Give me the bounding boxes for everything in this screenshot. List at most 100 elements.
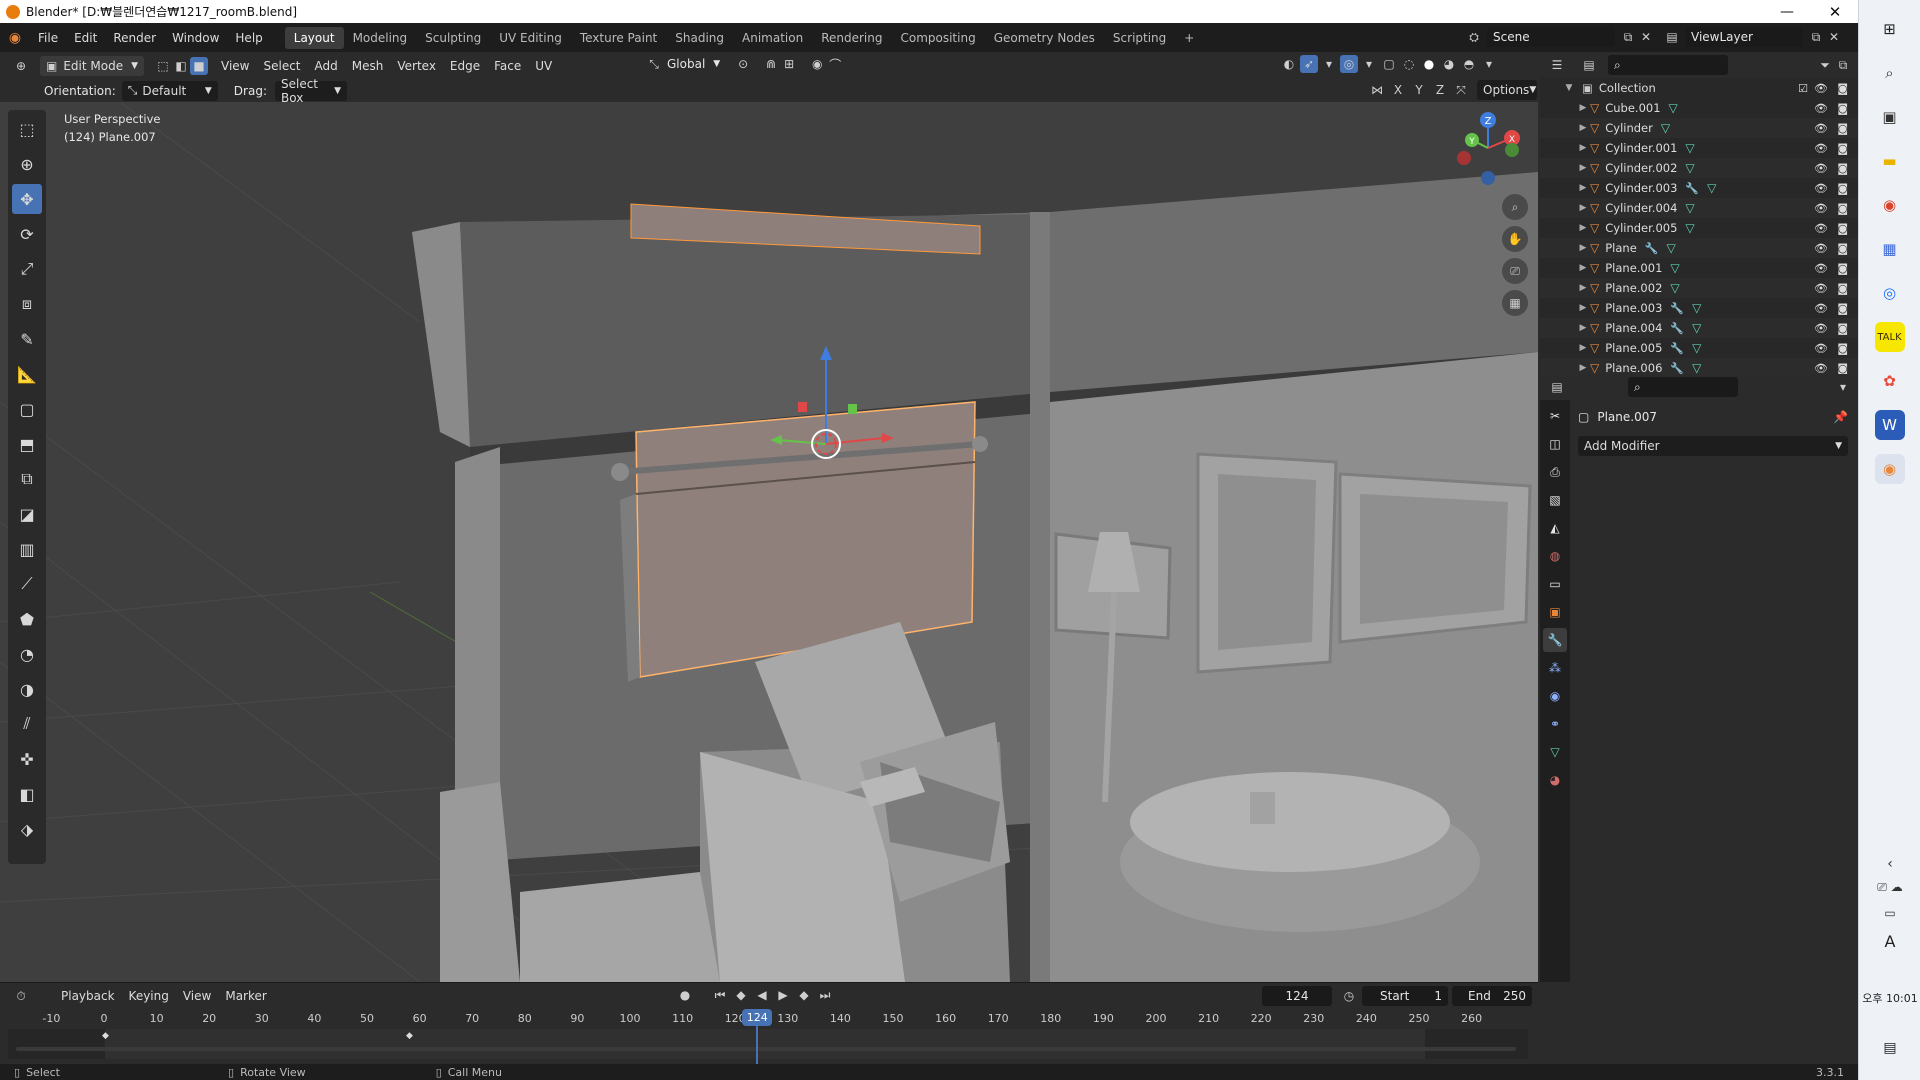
file-explorer-icon[interactable]: ▬ <box>1875 146 1905 176</box>
drag-dropdown[interactable]: Select Box ▼ <box>274 77 347 105</box>
modifier-icon[interactable]: 🔧 <box>1670 302 1684 315</box>
edge-select-icon[interactable]: ◧ <box>172 57 190 75</box>
tool-tab-icon[interactable]: ✂ <box>1543 404 1567 428</box>
expand-icon[interactable]: ▶ <box>1576 363 1590 373</box>
camera-icon[interactable]: ◙ <box>1837 242 1848 255</box>
outliner-item[interactable]: ▶ ▽ Plane.005 🔧 ▽ 👁 ◙ <box>1540 338 1858 358</box>
eye-icon[interactable]: 👁 <box>1814 82 1828 95</box>
delete-view-layer-icon[interactable]: ✕ <box>1825 28 1843 46</box>
data-tab-icon[interactable]: ▽ <box>1543 740 1567 764</box>
menu-mesh[interactable]: Mesh <box>345 59 391 73</box>
tab-texture-paint[interactable]: Texture Paint <box>571 27 666 49</box>
menu-edit[interactable]: Edit <box>66 31 105 45</box>
camera-icon[interactable]: ◙ <box>1837 182 1848 195</box>
calculator-icon[interactable]: ▦ <box>1875 234 1905 264</box>
edge-slide-tool-icon[interactable]: ⫽ <box>12 709 42 739</box>
wireframe-shading-icon[interactable]: ◌ <box>1400 55 1418 73</box>
outliner-item[interactable]: ▶ ▽ Cube.001 ▽ 👁 ◙ <box>1540 98 1858 118</box>
chevron-down-icon[interactable]: ▾ <box>1834 378 1852 396</box>
outliner-item[interactable]: ▶ ▽ Cylinder.003 🔧 ▽ 👁 ◙ <box>1540 178 1858 198</box>
eye-icon[interactable]: 👁 <box>1814 262 1828 275</box>
pivot-point-icon[interactable]: ⊙ <box>734 55 752 73</box>
particles-tab-icon[interactable]: ⁂ <box>1543 656 1567 680</box>
outliner-item[interactable]: ▶ ▽ Cylinder.001 ▽ 👁 ◙ <box>1540 138 1858 158</box>
overlay-dropdown-icon[interactable]: ▾ <box>1360 55 1378 73</box>
camera-icon[interactable]: ◙ <box>1837 142 1848 155</box>
vertex-select-icon[interactable]: ⬚ <box>154 57 172 75</box>
timeline-track[interactable]: ◆ ◆ <box>8 1029 1528 1059</box>
knife-tool-icon[interactable]: ⟋ <box>12 569 42 599</box>
overlay-icon[interactable]: ◎ <box>1340 55 1358 73</box>
eye-icon[interactable]: 👁 <box>1814 102 1828 115</box>
display-mode-icon[interactable]: ▤ <box>1580 56 1598 74</box>
camera-icon[interactable]: ◙ <box>1837 162 1848 175</box>
mesh-data-icon[interactable]: ▽ <box>1685 141 1694 155</box>
play-icon[interactable]: ▶ <box>774 986 792 1004</box>
expand-icon[interactable]: ▶ <box>1576 283 1590 293</box>
chrome-icon[interactable]: ◉ <box>1875 190 1905 220</box>
next-keyframe-icon[interactable]: ◆ <box>795 986 813 1004</box>
properties-search-input[interactable]: ⌕ <box>1628 377 1738 397</box>
eye-icon[interactable]: 👁 <box>1814 342 1828 355</box>
keyframe-marker[interactable]: ◆ <box>406 1031 413 1041</box>
rendered-shading-icon[interactable]: ◓ <box>1460 55 1478 73</box>
mesh-data-icon[interactable]: ▽ <box>1692 301 1701 315</box>
camera-icon[interactable]: ◙ <box>1837 82 1848 95</box>
mesh-data-icon[interactable]: ▽ <box>1685 221 1694 235</box>
eye-icon[interactable]: 👁 <box>1814 322 1828 335</box>
record-icon[interactable]: ● <box>676 986 694 1004</box>
eye-icon[interactable]: 👁 <box>1814 362 1828 375</box>
poly-build-tool-icon[interactable]: ⬟ <box>12 604 42 634</box>
outliner-item[interactable]: ▶ ▽ Cylinder.004 ▽ 👁 ◙ <box>1540 198 1858 218</box>
outliner-editor-icon[interactable]: ☰ <box>1548 56 1566 74</box>
camera-icon[interactable]: ◙ <box>1837 302 1848 315</box>
outliner-item[interactable]: ▶ ▽ Plane.001 ▽ 👁 ◙ <box>1540 258 1858 278</box>
mesh-data-icon[interactable]: ▽ <box>1685 161 1694 175</box>
menu-help[interactable]: Help <box>227 31 270 45</box>
expand-icon[interactable]: ▶ <box>1576 203 1590 213</box>
new-scene-icon[interactable]: ⧉ <box>1619 28 1637 46</box>
camera-icon[interactable]: ◙ <box>1837 202 1848 215</box>
filter-icon[interactable]: ⏷ <box>1816 56 1834 74</box>
collection-tab-icon[interactable]: ▭ <box>1543 572 1567 596</box>
menu-add[interactable]: Add <box>308 59 345 73</box>
proportional-edit-icon[interactable]: ◉ <box>808 55 826 73</box>
visibility-icon[interactable]: ◐ <box>1280 55 1298 73</box>
ortho-grid-icon[interactable]: ▦ <box>1502 290 1528 316</box>
menu-uv[interactable]: UV <box>528 59 559 73</box>
physics-tab-icon[interactable]: ◉ <box>1543 684 1567 708</box>
camera-icon[interactable]: ◙ <box>1837 222 1848 235</box>
expand-icon[interactable]: ▼ <box>1562 83 1576 93</box>
chevron-left-icon[interactable]: ‹ <box>1859 856 1920 872</box>
transform-orientation-icon[interactable]: ⤡ <box>645 55 663 73</box>
outliner-item[interactable]: ▶ ▽ Cylinder.005 ▽ 👁 ◙ <box>1540 218 1858 238</box>
menu-render[interactable]: Render <box>105 31 164 45</box>
zoom-icon[interactable]: ⌕ <box>1502 194 1528 220</box>
axis-z-toggle[interactable]: Z <box>1431 81 1449 99</box>
camera-view-icon[interactable]: ⎚ <box>1502 258 1528 284</box>
eye-icon[interactable]: 👁 <box>1814 182 1828 195</box>
loop-cut-tool-icon[interactable]: ▥ <box>12 534 42 564</box>
world-tab-icon[interactable]: ◍ <box>1543 544 1567 568</box>
rip-tool-icon[interactable]: ⬗ <box>12 814 42 844</box>
options-dropdown[interactable]: Options ▼ <box>1477 80 1537 100</box>
shading-dropdown-icon[interactable]: ▾ <box>1480 55 1498 73</box>
mesh-data-icon[interactable]: ▽ <box>1707 181 1716 195</box>
timeline-scrollbar[interactable] <box>16 1047 1516 1051</box>
display-icon[interactable]: ▭ <box>1859 906 1920 920</box>
bevel-tool-icon[interactable]: ◪ <box>12 499 42 529</box>
properties-editor-icon[interactable]: ▤ <box>1548 378 1566 396</box>
windows-start-icon[interactable]: ⊞ <box>1875 14 1905 44</box>
expand-icon[interactable]: ▶ <box>1576 243 1590 253</box>
scene-icon[interactable]: ⛭ <box>1465 28 1483 46</box>
close-icon[interactable]: ✕ <box>1812 0 1858 23</box>
gizmo-icon[interactable]: ➶ <box>1300 55 1318 73</box>
timeline-editor-icon[interactable]: ⏱ <box>12 987 30 1005</box>
navigation-gizmo[interactable]: Z Y X <box>1452 110 1528 186</box>
mesh-data-icon[interactable]: ▽ <box>1670 261 1679 275</box>
rotate-tool-icon[interactable]: ⟳ <box>12 219 42 249</box>
editor-type-icon[interactable]: ⊕ <box>12 57 30 75</box>
scene-tab-icon[interactable]: ◭ <box>1543 516 1567 540</box>
auto-merge-icon[interactable]: ⤧ <box>1452 81 1470 99</box>
mesh-data-icon[interactable]: ▽ <box>1661 121 1670 135</box>
